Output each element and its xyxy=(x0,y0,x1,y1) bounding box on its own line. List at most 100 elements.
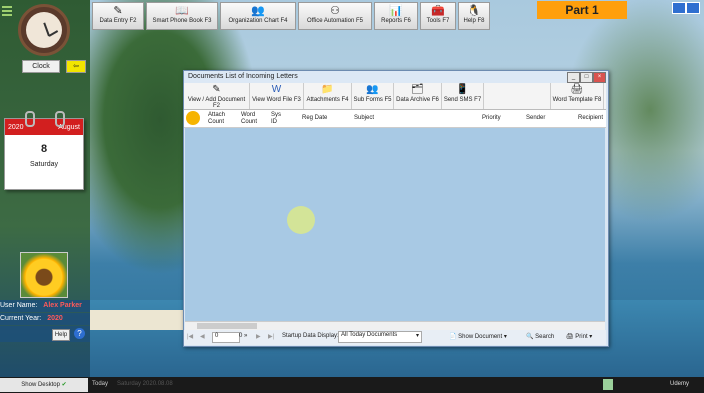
sub-forms-label: Sub Forms F5 xyxy=(353,97,392,103)
word-template-label: Word Template F8 xyxy=(552,97,602,103)
pen-icon: ✎ xyxy=(212,84,221,95)
send-sms-label: Send SMS F7 xyxy=(443,97,482,103)
left-panel: Clock ⇦ 2020 August 8 Saturday User Name… xyxy=(0,0,90,377)
word-template-button[interactable]: 🖨 Word Template F8 xyxy=(550,83,604,109)
reports-button[interactable]: 📊 Reports F6 xyxy=(374,2,418,30)
book-icon: 📖 xyxy=(175,5,189,17)
cursor-highlight xyxy=(287,206,315,234)
help-row: Help ? xyxy=(0,326,90,342)
startup-select-value: All Today Documents xyxy=(341,332,398,338)
search-button[interactable]: 🔍 Search xyxy=(526,333,554,340)
calculator-icon[interactable] xyxy=(603,379,613,390)
folder-icon: 📁 xyxy=(321,84,334,95)
menu-icon[interactable] xyxy=(2,6,12,18)
user-name-value: Alex Parker xyxy=(43,302,82,309)
view-add-document-label: View / Add Document F2 xyxy=(187,97,246,109)
back-arrow-button[interactable]: ⇦ xyxy=(66,60,86,73)
current-year-row: Current Year: 2020 xyxy=(0,313,90,325)
today-value: Saturday 2020.08.08 xyxy=(117,381,173,387)
word-icon: W xyxy=(271,84,282,95)
phone-book-button[interactable]: 📖 Smart Phone Book F3 xyxy=(146,2,218,30)
taskbar: Show Desktop ✔ Today Saturday 2020.08.08… xyxy=(0,377,704,393)
calendar-year: 2020 xyxy=(8,123,24,131)
data-entry-button[interactable]: ✎ Data Entry F2 xyxy=(92,2,144,30)
avatar xyxy=(20,252,68,298)
send-sms-button[interactable]: 📱 Send SMS F7 xyxy=(442,83,484,109)
startup-label: Startup Data Display: xyxy=(282,333,339,339)
calendar-day: 8 xyxy=(40,143,48,155)
calendar: 2020 August 8 Saturday xyxy=(4,111,84,190)
column-subject[interactable]: Subject xyxy=(354,115,374,122)
calendar-weekday: Saturday xyxy=(29,161,59,168)
check-icon: ✔ xyxy=(61,382,67,388)
close-icon[interactable] xyxy=(686,2,700,14)
tools-button[interactable]: 🧰 Tools F7 xyxy=(420,2,456,30)
office-automation-button[interactable]: ⚇ Office Automation F5 xyxy=(298,2,372,30)
next-page-icon[interactable]: ▶ xyxy=(256,333,261,340)
window-title: Documents List of Incoming Letters xyxy=(184,71,608,83)
table-body[interactable] xyxy=(185,128,605,321)
prev-page-icon[interactable]: ◀ xyxy=(200,333,205,340)
org-chart-label: Organization Chart F4 xyxy=(228,18,288,24)
view-word-file-button[interactable]: W View Word File F3 xyxy=(250,83,304,109)
current-year-label: Current Year: xyxy=(0,315,42,322)
window-minimize-button[interactable]: _ xyxy=(567,72,580,83)
documents-window: Documents List of Incoming Letters _ □ ×… xyxy=(183,70,609,347)
people-icon: 👥 xyxy=(251,5,265,17)
window-restore-button[interactable]: □ xyxy=(580,72,593,83)
user-name-label: User Name: xyxy=(0,302,38,309)
current-year-value: 2020 xyxy=(47,315,63,322)
show-document-button[interactable]: 📄 Show Document ▾ xyxy=(449,333,507,340)
sub-forms-button[interactable]: 👥 Sub Forms F5 xyxy=(352,83,394,109)
view-add-document-button[interactable]: ✎ View / Add Document F2 xyxy=(184,83,250,109)
help-button[interactable]: Help xyxy=(52,329,70,341)
window-toolbar: ✎ View / Add Document F2 W View Word File … xyxy=(184,83,606,110)
show-desktop-button[interactable]: Show Desktop ✔ xyxy=(0,378,88,392)
startup-select[interactable]: All Today Documents ▾ xyxy=(338,331,422,343)
org-icon: ⚇ xyxy=(330,5,340,17)
view-word-file-label: View Word File F3 xyxy=(252,97,301,103)
print-button[interactable]: 🖨 Print ▾ xyxy=(566,333,592,340)
brand-watermark: Udemy xyxy=(670,381,690,387)
reports-label: Reports F6 xyxy=(381,18,411,24)
phone-book-label: Smart Phone Book F3 xyxy=(152,18,212,24)
pen-icon: ✎ xyxy=(113,5,123,17)
column-recipient[interactable]: Recipient xyxy=(578,115,603,122)
column-reg-date[interactable]: Reg Date xyxy=(302,115,327,122)
data-entry-label: Data Entry F2 xyxy=(99,18,137,24)
minimize-icon[interactable] xyxy=(672,2,686,14)
window-footer: |◀ ◀ 0 0 » ▶ ▶| Startup Data Display: Al… xyxy=(184,330,606,345)
attachments-label: Attachments F4 xyxy=(306,97,349,103)
window-close-button[interactable]: × xyxy=(593,72,606,83)
phone-icon: 📱 xyxy=(456,84,469,95)
column-attach-count[interactable]: Attach Count xyxy=(208,112,230,126)
column-sender[interactable]: Sender xyxy=(526,115,545,122)
attachments-button[interactable]: 📁 Attachments F4 xyxy=(304,83,352,109)
archive-icon: 🗂 xyxy=(411,84,424,95)
horizontal-scrollbar[interactable] xyxy=(185,321,605,330)
column-word-count[interactable]: Word Count xyxy=(241,112,263,126)
data-archive-label: Data Archive F6 xyxy=(396,97,439,103)
clock-button[interactable]: Clock xyxy=(22,60,60,73)
printer-icon: 🖨 xyxy=(570,84,584,95)
first-page-icon[interactable]: |◀ xyxy=(187,333,193,340)
search-label: Search xyxy=(535,334,555,340)
chart-icon: 📊 xyxy=(389,5,403,17)
penguin-icon: 🐧 xyxy=(467,5,481,17)
people-icon: 👥 xyxy=(366,84,379,95)
show-desktop-label: Show Desktop xyxy=(21,382,60,388)
clock-icon xyxy=(18,4,70,56)
last-page-icon[interactable]: ▶| xyxy=(268,333,274,340)
settings-icon[interactable] xyxy=(186,111,200,125)
help-icon[interactable]: ? xyxy=(74,328,85,339)
data-archive-button[interactable]: 🗂 Data Archive F6 xyxy=(394,83,442,109)
show-document-label: Show Document xyxy=(458,334,503,340)
ring-icon xyxy=(55,111,65,127)
tools-label: Tools F7 xyxy=(426,18,450,24)
page-input[interactable]: 0 xyxy=(212,332,240,343)
org-chart-button[interactable]: 👥 Organization Chart F4 xyxy=(220,2,296,30)
column-priority[interactable]: Priority xyxy=(482,115,501,122)
column-sys-id[interactable]: Sys ID xyxy=(271,112,285,126)
help-menu-button[interactable]: 🐧 Help F8 xyxy=(458,2,490,30)
office-automation-label: Office Automation F5 xyxy=(307,18,363,24)
